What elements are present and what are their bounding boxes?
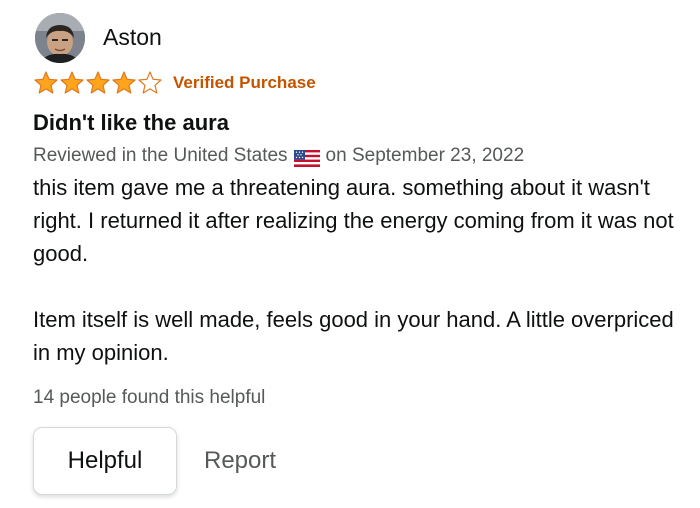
star-empty-icon bbox=[138, 71, 162, 94]
avatar bbox=[35, 13, 85, 63]
review-body-paragraph: Item itself is well made, feels good in … bbox=[33, 307, 674, 365]
verified-purchase-badge: Verified Purchase bbox=[173, 73, 316, 92]
star-filled-icon bbox=[60, 71, 84, 94]
us-flag-icon bbox=[293, 148, 320, 167]
review-title[interactable]: Didn't like the aura bbox=[33, 108, 229, 138]
helpful-button[interactable]: Helpful bbox=[33, 427, 177, 495]
review-body: this item gave me a threatening aura. so… bbox=[33, 171, 683, 369]
author-name[interactable]: Aston bbox=[103, 22, 162, 52]
review-body-paragraph: this item gave me a threatening aura. so… bbox=[33, 175, 674, 266]
review-meta-date: on September 23, 2022 bbox=[325, 145, 525, 166]
star-filled-icon bbox=[34, 71, 58, 94]
report-link[interactable]: Report bbox=[204, 445, 276, 477]
rating-row: Verified Purchase bbox=[33, 69, 316, 97]
star-filled-icon bbox=[112, 71, 136, 94]
review-meta: Reviewed in the United States on Septemb… bbox=[33, 142, 524, 170]
star-rating[interactable] bbox=[33, 70, 163, 96]
review-meta-location: Reviewed in the United States bbox=[33, 145, 288, 166]
star-filled-icon bbox=[86, 71, 110, 94]
helpful-count: 14 people found this helpful bbox=[33, 387, 266, 408]
